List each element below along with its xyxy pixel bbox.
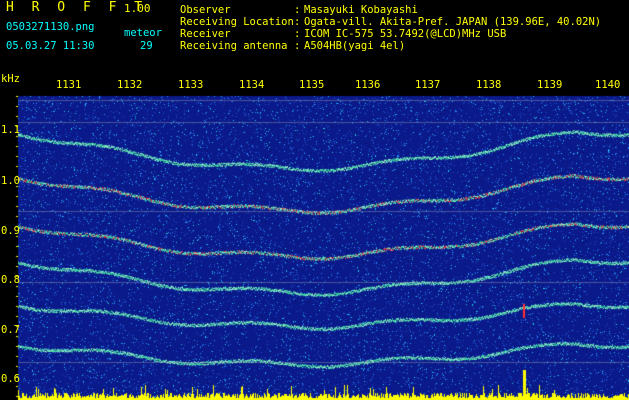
x-tick-label: 1131 [56, 79, 82, 91]
x-tick-label: 1140 [595, 79, 621, 91]
y-tick-label: 1.1 [1, 124, 20, 136]
file-name: 0503271130.png [6, 21, 95, 33]
y-tick-label: 0.8 [1, 274, 20, 286]
x-tick-label: 1136 [355, 79, 381, 91]
y-tick-label: 1.0 [1, 175, 20, 187]
x-tick-label: 1134 [239, 79, 265, 91]
info-separator: : [294, 28, 301, 40]
info-key: Receiving Location [180, 16, 294, 28]
info-separator: : [294, 16, 301, 28]
capture-datetime: 05.03.27 11:30 [6, 40, 95, 52]
y-axis-unit: kHz [1, 73, 20, 85]
x-tick-label: 1137 [415, 79, 441, 91]
x-tick-label: 1138 [476, 79, 502, 91]
spectrogram-panel [0, 72, 629, 400]
x-tick-label: 1133 [178, 79, 204, 91]
y-tick-label: 0.6 [1, 373, 20, 385]
info-value: ICOM IC-575 53.7492(@LCD)MHz USB [304, 28, 507, 40]
x-tick-label: 1135 [299, 79, 325, 91]
x-tick-label: 1139 [537, 79, 563, 91]
info-separator: : [294, 4, 301, 16]
hroft-window: H R O F F T 1.00 0503271130.png meteor 0… [0, 0, 629, 400]
y-tick-label: 0.9 [1, 225, 20, 237]
info-value: Masayuki Kobayashi [304, 4, 418, 16]
meteor-label: meteor [124, 27, 162, 39]
info-key: Observer [180, 4, 231, 16]
spectrogram-canvas [0, 72, 629, 400]
info-value: Ogata-vill. Akita-Pref. JAPAN (139.96E, … [304, 16, 602, 28]
app-version: 1.00 [124, 2, 151, 15]
meteor-count: 29 [140, 40, 153, 52]
y-tick-label: 0.7 [1, 324, 20, 336]
info-key: Receiving antenna [180, 40, 288, 52]
info-separator: : [294, 40, 301, 52]
x-tick-label: 1132 [117, 79, 143, 91]
info-value: A504HB(yagi 4el) [304, 40, 406, 52]
info-key: Receiver [180, 28, 231, 40]
